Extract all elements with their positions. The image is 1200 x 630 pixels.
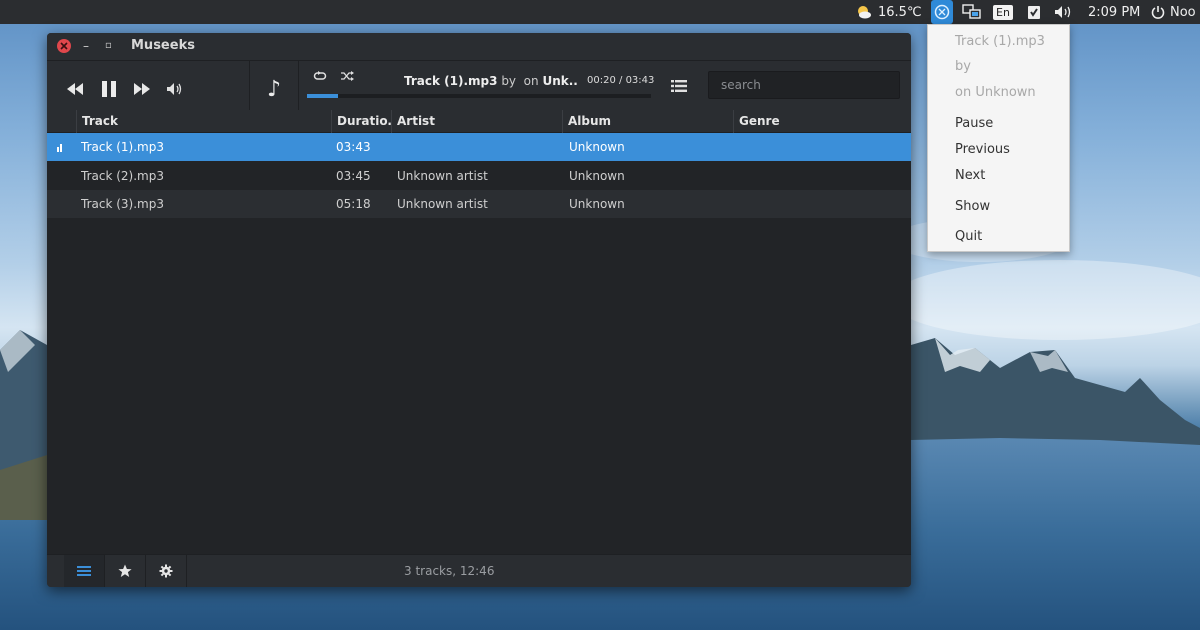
now-playing-by: by — [501, 74, 517, 88]
user-name: Noo — [1170, 4, 1196, 20]
pause-button[interactable] — [95, 75, 123, 103]
track-genre — [739, 162, 904, 190]
track-artist: Unknown artist — [397, 197, 488, 211]
menu-quit[interactable]: Quit — [955, 229, 982, 244]
clipboard-icon[interactable] — [1027, 0, 1041, 24]
now-playing-on: on — [523, 74, 539, 88]
menu-artist-info: by — [955, 59, 971, 74]
track-album: Unknown — [569, 140, 625, 154]
cover-button[interactable]: ♪ — [260, 75, 288, 103]
track-genre — [739, 190, 904, 218]
queue-button[interactable] — [665, 72, 693, 100]
now-playing-info: Track (1).mp3 by on Unk.. — [404, 74, 578, 88]
table-row[interactable]: Track (3).mp3 05:18 Unknown artist Unkno… — [47, 190, 911, 218]
weather-icon — [856, 5, 872, 19]
library-status: 3 tracks, 12:46 — [404, 564, 495, 578]
titlebar: – ▫ Museeks — [47, 33, 911, 60]
tray-menu: Track (1).mp3 by on Unknown Pause Previo… — [927, 24, 1070, 252]
rewind-icon — [67, 83, 83, 95]
progress-fill — [307, 94, 338, 98]
menu-show[interactable]: Show — [955, 199, 990, 214]
elapsed-time: 00:20 — [587, 75, 616, 86]
next-button[interactable] — [128, 75, 156, 103]
column-track[interactable]: Track — [76, 110, 331, 133]
menu-track-info: Track (1).mp3 — [955, 34, 1045, 49]
queue-list-icon — [671, 80, 687, 92]
track-album: Unknown — [569, 169, 625, 183]
tracks-list: Track (1).mp3 03:43 Unknown Track (2).mp… — [47, 133, 911, 554]
minimize-button[interactable]: – — [83, 39, 93, 53]
progress-bar[interactable] — [307, 94, 651, 98]
forward-icon — [134, 83, 150, 95]
track-duration: 03:45 — [336, 169, 371, 183]
gear-icon — [159, 564, 173, 578]
keyboard-layout[interactable]: En — [993, 0, 1013, 24]
track-artist: Unknown artist — [397, 169, 488, 183]
previous-button[interactable] — [61, 75, 89, 103]
track-artist — [397, 133, 562, 161]
pause-icon — [102, 81, 116, 97]
shuffle-button[interactable] — [334, 65, 360, 87]
track-genre — [739, 133, 904, 161]
music-note-icon: ♪ — [266, 76, 282, 102]
track-name: Track (1).mp3 — [81, 140, 164, 154]
playback-time: 00:20 / 03:43 — [587, 75, 655, 86]
library-icon — [77, 566, 91, 576]
clock[interactable]: 2:09 PM — [1088, 0, 1140, 24]
track-duration: 03:43 — [336, 140, 371, 154]
volume-button[interactable] — [161, 75, 189, 103]
repeat-button[interactable] — [307, 65, 333, 87]
playlists-view-button[interactable] — [105, 555, 146, 587]
track-name: Track (3).mp3 — [81, 197, 164, 211]
column-genre[interactable]: Genre — [733, 110, 911, 133]
close-button[interactable] — [57, 39, 71, 53]
network-icon[interactable] — [962, 0, 982, 24]
menu-previous[interactable]: Previous — [955, 142, 1010, 157]
playing-bars-icon — [57, 133, 71, 161]
track-album: Unknown — [569, 197, 625, 211]
menu-pause[interactable]: Pause — [955, 116, 993, 131]
maximize-button[interactable]: ▫ — [105, 39, 115, 53]
user-menu[interactable]: Noo — [1151, 0, 1196, 24]
column-album[interactable]: Album — [562, 110, 733, 133]
star-icon — [118, 564, 132, 577]
menu-album-info: on Unknown — [955, 85, 1036, 100]
museeks-tray-icon[interactable] — [931, 0, 953, 24]
track-name: Track (2).mp3 — [81, 169, 164, 183]
table-row[interactable]: Track (1).mp3 03:43 Unknown — [47, 133, 911, 161]
top-panel: 16.5℃ En 2:09 PM Noo — [0, 0, 1200, 24]
search-input[interactable] — [708, 71, 900, 99]
power-icon — [1151, 5, 1165, 19]
shuffle-icon — [341, 71, 354, 81]
weather-temperature: 16.5℃ — [878, 4, 922, 20]
column-duration[interactable]: Duratio… — [331, 110, 391, 133]
total-time: 03:43 — [625, 75, 655, 86]
volume-icon — [167, 83, 182, 95]
repeat-icon — [313, 71, 327, 80]
volume-icon[interactable] — [1054, 0, 1076, 24]
library-view-button[interactable] — [64, 555, 105, 587]
weather-indicator[interactable]: 16.5℃ — [856, 0, 922, 24]
column-artist[interactable]: Artist — [391, 110, 562, 133]
footer: 3 tracks, 12:46 — [47, 554, 911, 587]
table-row[interactable]: Track (2).mp3 03:45 Unknown artist Unkno… — [47, 162, 911, 190]
menu-next[interactable]: Next — [955, 168, 985, 183]
close-icon — [60, 42, 68, 50]
tracks-table-header: Track Duratio… Artist Album Genre — [47, 110, 911, 133]
now-playing-album: Unk.. — [542, 74, 578, 88]
track-duration: 05:18 — [336, 197, 371, 211]
window-title: Museeks — [131, 38, 195, 53]
now-playing-track: Track (1).mp3 — [404, 74, 498, 88]
language-label: En — [993, 4, 1013, 20]
settings-view-button[interactable] — [146, 555, 187, 587]
museeks-window: – ▫ Museeks ♪ Track (1).mp3 by on Unk.. … — [47, 33, 911, 587]
